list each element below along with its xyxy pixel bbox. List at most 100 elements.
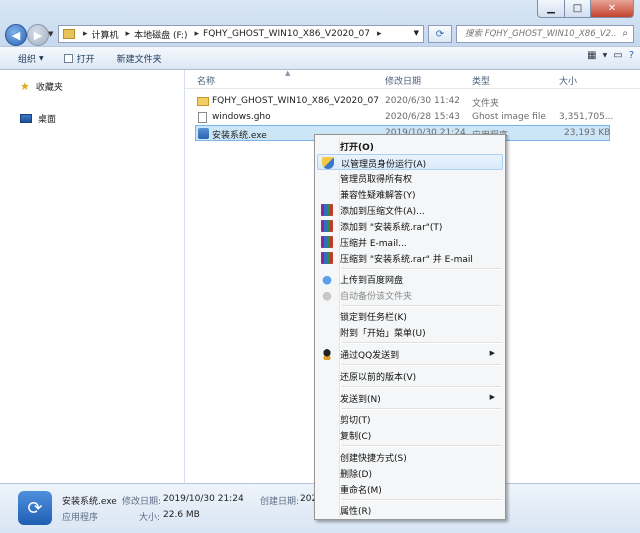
menu-item-run-as-admin[interactable]: 以管理员身份运行(A) — [317, 154, 503, 170]
application-icon: ⟳ — [18, 491, 52, 525]
folder-icon — [197, 97, 209, 106]
menu-separator — [342, 342, 502, 344]
menu-separator — [342, 364, 502, 366]
file-icon — [198, 112, 207, 123]
shield-icon — [322, 157, 334, 169]
menu-separator — [342, 499, 502, 501]
submenu-arrow-icon: ▶ — [489, 349, 495, 357]
menu-separator — [342, 408, 502, 410]
details-modified-label: 修改日期: — [122, 497, 162, 507]
search-box[interactable]: ⌕ — [456, 25, 634, 43]
maximize-button[interactable]: □ — [565, 0, 591, 18]
search-input[interactable] — [463, 26, 619, 42]
open-button[interactable]: 打开 — [58, 48, 101, 68]
menu-item-add-rar[interactable]: 添加到 "安装系统.rar"(T) — [317, 218, 503, 234]
menu-item-open[interactable]: 打开(O) — [317, 138, 503, 154]
menu-item-rename[interactable]: 重命名(M) — [317, 481, 503, 497]
breadcrumb-drive[interactable]: 本地磁盘 (F:) — [134, 28, 187, 41]
folder-icon — [63, 29, 75, 39]
file-modified: 2020/6/30 11:42 — [385, 96, 460, 106]
star-icon: ★ — [20, 80, 30, 93]
file-name: windows.gho — [212, 112, 271, 122]
nav-item-desktop[interactable]: 桌面 — [20, 112, 56, 125]
chevron-right-icon[interactable]: ▸ — [126, 29, 131, 39]
details-size-label: 大小: — [139, 513, 161, 523]
desktop-icon — [20, 114, 32, 123]
details-filename: 安装系统.exe — [62, 497, 117, 507]
file-name: FQHY_GHOST_WIN10_X86_V2020_07 — [212, 96, 379, 106]
forward-button[interactable]: ▶ — [27, 24, 49, 46]
winrar-icon — [321, 236, 333, 248]
window-controls: ▁ □ ✕ — [537, 0, 634, 18]
column-modified[interactable]: 修改日期 — [385, 74, 421, 87]
chevron-right-icon[interactable]: ▸ — [194, 29, 199, 39]
refresh-button[interactable]: ⟳ — [428, 25, 452, 43]
cloud-icon — [321, 289, 333, 301]
close-button[interactable]: ✕ — [591, 0, 634, 18]
recent-pages-dropdown[interactable]: ▼ — [48, 30, 53, 38]
file-size: 3,351,705... — [559, 112, 614, 122]
refresh-icon: ⟳ — [435, 28, 445, 40]
details-size: 22.6 MB — [163, 510, 200, 520]
qq-penguin-icon — [321, 348, 333, 360]
details-type: 应用程序 — [62, 513, 99, 523]
menu-separator — [342, 445, 502, 447]
view-options-icon[interactable]: ▦ — [587, 50, 596, 61]
menu-item-restore-previous[interactable]: 还原以前的版本(V) — [317, 368, 503, 384]
winrar-icon — [321, 252, 333, 264]
column-name[interactable]: 名称 — [197, 74, 215, 87]
breadcrumb-folder[interactable]: FQHY_GHOST_WIN10_X86_V2020_07 — [203, 29, 370, 39]
context-menu: 打开(O) 以管理员身份运行(A) 管理员取得所有权 兼容性疑难解答(Y) 添加… — [314, 134, 506, 520]
address-dropdown-icon[interactable]: ▼ — [414, 29, 419, 37]
help-icon[interactable]: ? — [629, 50, 634, 61]
file-row[interactable]: windows.gho 2020/6/28 15:43 Ghost image … — [195, 110, 614, 126]
menu-item-auto-backup[interactable]: 自动备份该文件夹 — [317, 287, 503, 303]
nav-item-favorites[interactable]: ★ 收藏夹 — [20, 80, 63, 93]
winrar-icon — [321, 204, 333, 216]
menu-separator — [342, 268, 502, 270]
menu-item-take-ownership[interactable]: 管理员取得所有权 — [317, 170, 503, 186]
menu-item-send-to[interactable]: 发送到(N) ▶ — [317, 390, 503, 406]
column-size[interactable]: 大小 — [559, 74, 577, 87]
explorer-window: ▁ □ ✕ ◀ ▶ ▼ ▸ 计算机 ▸ 本地磁盘 (F:) ▸ FQHY_GHO… — [0, 0, 640, 533]
menu-item-delete[interactable]: 删除(D) — [317, 465, 503, 481]
minimize-button[interactable]: ▁ — [537, 0, 565, 18]
navigation-pane: ★ 收藏夹 桌面 — [0, 70, 185, 483]
menu-item-add-archive[interactable]: 添加到压缩文件(A)... — [317, 202, 503, 218]
new-folder-button[interactable]: 新建文件夹 — [111, 48, 168, 68]
menu-item-pin-taskbar[interactable]: 锁定到任务栏(K) — [317, 308, 503, 324]
file-type: 文件夹 — [472, 99, 500, 109]
back-button[interactable]: ◀ — [5, 24, 27, 46]
chevron-right-icon[interactable]: ▸ — [377, 29, 382, 39]
chevron-down-icon[interactable]: ▼ — [603, 52, 608, 59]
menu-item-cut[interactable]: 剪切(T) — [317, 411, 503, 427]
address-bar[interactable]: ▸ 计算机 ▸ 本地磁盘 (F:) ▸ FQHY_GHOST_WIN10_X86… — [58, 25, 424, 43]
arrow-right-icon: ▶ — [33, 28, 43, 42]
column-type[interactable]: 类型 — [472, 74, 490, 87]
cloud-icon — [321, 273, 333, 285]
file-type: Ghost image file — [472, 112, 546, 122]
view-controls: ▦ ▼ ▭ ? — [587, 50, 634, 61]
search-icon[interactable]: ⌕ — [622, 28, 628, 39]
menu-item-pin-start[interactable]: 附到「开始」菜单(U) — [317, 324, 503, 340]
file-row[interactable]: FQHY_GHOST_WIN10_X86_V2020_07 2020/6/30 … — [195, 94, 610, 110]
file-name: 安装系统.exe — [212, 131, 267, 141]
menu-item-properties[interactable]: 属性(R) — [317, 502, 503, 518]
menu-item-compress-email[interactable]: 压缩并 E-mail... — [317, 234, 503, 250]
chevron-down-icon: ▼ — [39, 54, 44, 62]
menu-item-send-qq[interactable]: 通过QQ发送到 ▶ — [317, 346, 503, 362]
title-bar: ▁ □ ✕ ◀ ▶ ▼ ▸ 计算机 ▸ 本地磁盘 (F:) ▸ FQHY_GHO… — [0, 0, 640, 46]
menu-item-create-shortcut[interactable]: 创建快捷方式(S) — [317, 449, 503, 465]
details-modified: 2019/10/30 21:24 — [163, 494, 244, 504]
menu-item-compatibility[interactable]: 兼容性疑难解答(Y) — [317, 186, 503, 202]
menu-item-upload-baidu[interactable]: 上传到百度网盘 — [317, 271, 503, 287]
open-icon — [63, 53, 73, 63]
chevron-right-icon[interactable]: ▸ — [83, 29, 88, 39]
menu-item-compress-rar-email[interactable]: 压缩到 "安装系统.rar" 并 E-mail — [317, 250, 503, 266]
breadcrumb-computer[interactable]: 计算机 — [92, 28, 119, 41]
preview-pane-icon[interactable]: ▭ — [613, 50, 622, 61]
organize-button[interactable]: 组织 ▼ — [12, 48, 50, 68]
menu-item-copy[interactable]: 复制(C) — [317, 427, 503, 443]
submenu-arrow-icon: ▶ — [489, 393, 495, 401]
file-modified: 2020/6/28 15:43 — [385, 112, 460, 122]
